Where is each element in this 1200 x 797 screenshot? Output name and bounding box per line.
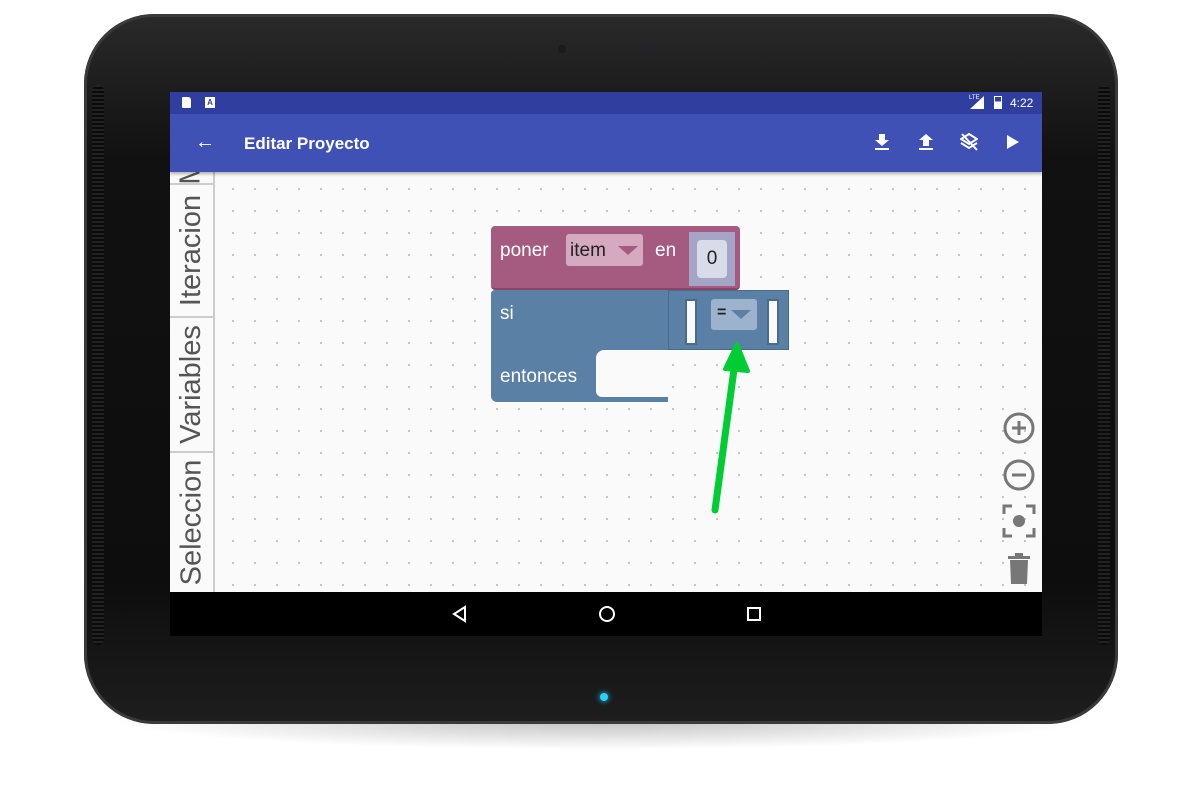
notification-led bbox=[600, 693, 608, 701]
recenter-button[interactable] bbox=[1002, 504, 1036, 538]
app-toolbar: ← Editar Proyecto bbox=[170, 114, 1042, 172]
clear-layers-icon bbox=[960, 133, 978, 151]
upload-icon bbox=[919, 134, 933, 150]
recents-nav-button[interactable] bbox=[744, 604, 764, 624]
run-button[interactable] bbox=[1000, 129, 1026, 155]
battery-icon bbox=[994, 96, 1002, 109]
sd-card-icon bbox=[182, 97, 191, 108]
back-button[interactable]: ← bbox=[192, 129, 218, 155]
download-icon bbox=[875, 134, 889, 150]
navigation-bar bbox=[170, 592, 1042, 636]
upload-button[interactable] bbox=[913, 129, 939, 155]
zoom-in-button[interactable] bbox=[1002, 411, 1036, 445]
trash-button[interactable] bbox=[1002, 551, 1036, 585]
home-nav-button[interactable] bbox=[597, 604, 617, 624]
play-icon bbox=[1007, 135, 1019, 149]
sensor bbox=[646, 46, 651, 51]
camera bbox=[558, 45, 566, 53]
annotation-arrow bbox=[711, 342, 750, 514]
blocks-workspace[interactable]: M Iteracion Variables Seleccion poner it… bbox=[170, 160, 1042, 592]
clear-button[interactable] bbox=[956, 129, 982, 155]
clock: 4:22 bbox=[1010, 96, 1034, 110]
back-nav-button[interactable] bbox=[450, 604, 470, 624]
keyboard-a-icon: A bbox=[205, 97, 215, 108]
status-bar: A LTE 4:22 bbox=[170, 92, 1042, 114]
speaker-right bbox=[1098, 85, 1110, 645]
download-button[interactable] bbox=[869, 129, 895, 155]
screen: A LTE 4:22 ← Editar Proyecto M Iteracion… bbox=[170, 92, 1042, 636]
speaker-left bbox=[92, 85, 104, 645]
page-title: Editar Proyecto bbox=[244, 134, 370, 153]
zoom-out-button[interactable] bbox=[1002, 458, 1036, 492]
network-type: LTE bbox=[969, 95, 980, 101]
arrow-left-icon: ← bbox=[195, 130, 215, 153]
